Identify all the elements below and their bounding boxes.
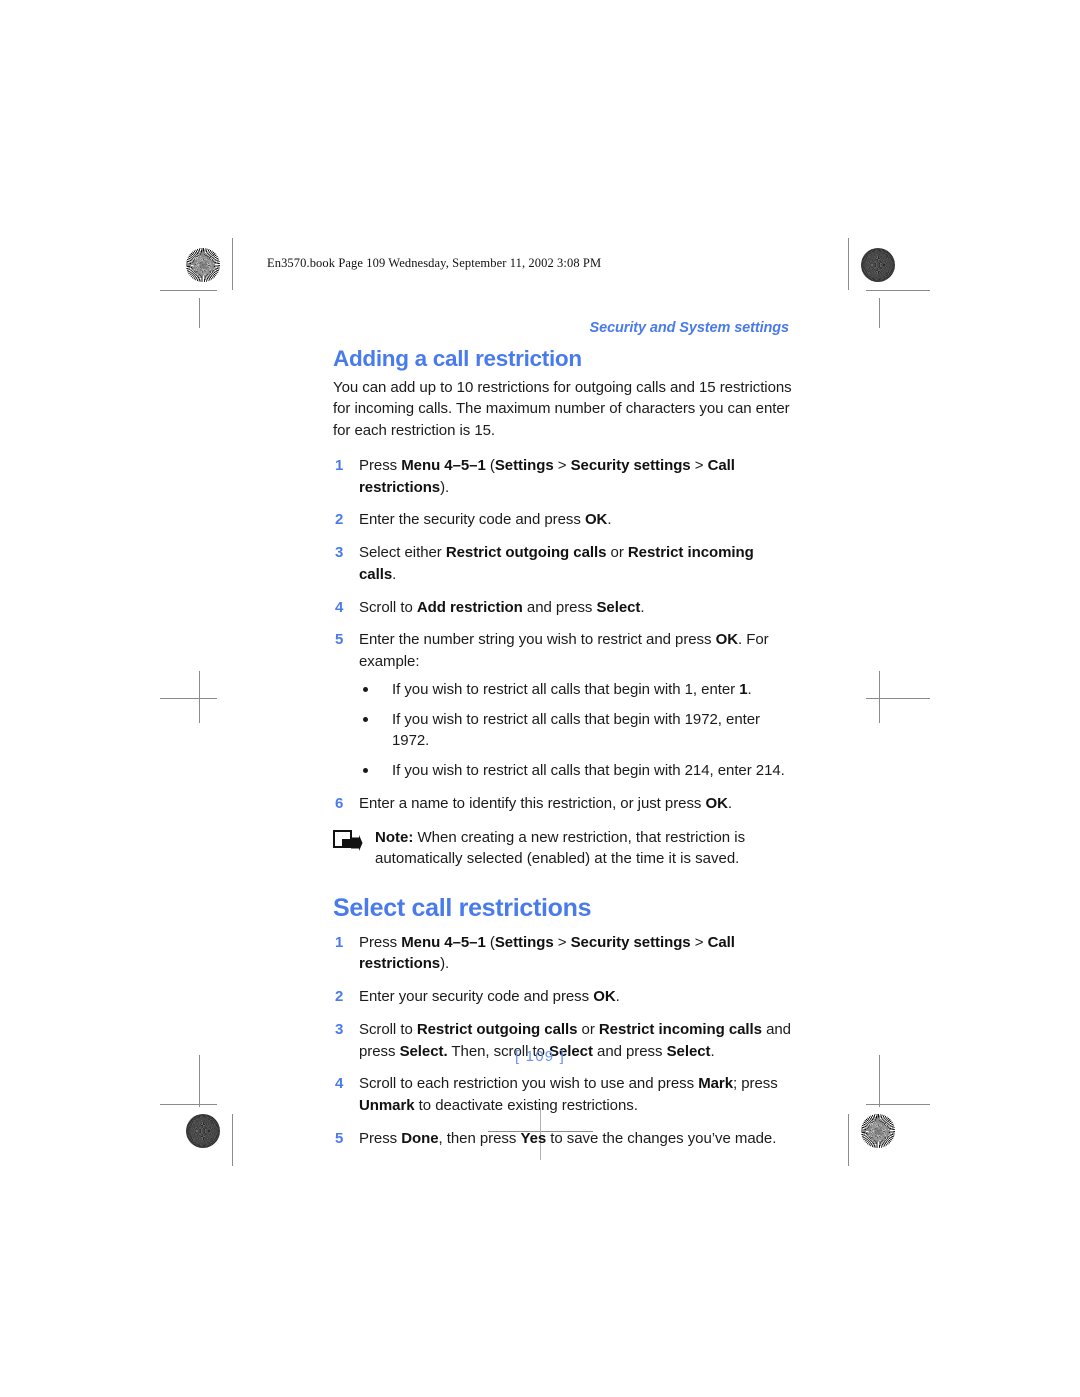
step-text: Press Menu 4–5–1 (Settings > Security se… [359, 933, 735, 973]
step-number: 1 [335, 933, 344, 951]
bullet-text: If you wish to restrict all calls that b… [392, 710, 760, 750]
step-number: 3 [335, 544, 344, 562]
step-item: 3 Select either Restrict outgoing calls … [333, 542, 795, 586]
step-item: 1 Press Menu 4–5–1 (Settings > Security … [333, 455, 795, 499]
step-text: Scroll to each restriction you wish to u… [359, 1075, 778, 1115]
step-item: 2 Enter your security code and press OK. [333, 986, 795, 1008]
step-item: 6 Enter a name to identify this restrict… [333, 793, 795, 815]
file-timestamp: En3570.book Page 109 Wednesday, Septembe… [267, 256, 602, 270]
section-heading-adding-a-call-restriction: Adding a call restriction [333, 346, 582, 371]
step-number: 4 [335, 1075, 344, 1093]
bullet-dot-icon [363, 768, 368, 774]
step-number: 2 [335, 988, 344, 1006]
section-heading-select-call-restrictions: Select call restrictions [333, 894, 592, 923]
step-text: Enter your security code and press OK. [359, 988, 620, 1006]
step-number: 2 [335, 511, 344, 529]
step-text: Select either Restrict outgoing calls or… [359, 544, 754, 583]
step-item: 4 Scroll to Add restriction and press Se… [333, 597, 795, 619]
step-text: Press Menu 4–5–1 (Settings > Security se… [359, 456, 735, 496]
note-body: When creating a new restriction, that re… [375, 828, 746, 868]
manual-page: En3570.book Page 109 Wednesday, Septembe… [0, 0, 1080, 1397]
note-arrow-icon [333, 829, 363, 852]
step-text: Scroll to Add restriction and press Sele… [359, 598, 645, 616]
bullet-text: If you wish to restrict all calls that b… [392, 762, 785, 780]
bullet-dot-icon [363, 716, 368, 722]
example-bullet-list: If you wish to restrict all calls that b… [359, 679, 795, 782]
list-item: If you wish to restrict all calls that b… [359, 709, 795, 753]
step-number: 3 [335, 1020, 344, 1038]
steps-list-select-call-restrictions: 1 Press Menu 4–5–1 (Settings > Security … [333, 932, 795, 1150]
step-text: Enter a name to identify this restrictio… [359, 794, 732, 812]
running-header: Security and System settings [589, 320, 790, 336]
step-text: Press Done, then press Yes to save the c… [359, 1129, 777, 1147]
step-item: 1 Press Menu 4–5–1 (Settings > Security … [333, 932, 795, 976]
section-intro-paragraph: You can add up to 10 restrictions for ou… [333, 378, 792, 440]
step-number: 4 [335, 598, 344, 616]
bullet-dot-icon [363, 686, 368, 692]
list-item: If you wish to restrict all calls that b… [359, 679, 795, 701]
step-number: 6 [335, 794, 344, 812]
list-item: If you wish to restrict all calls that b… [359, 760, 795, 782]
step-text: Enter the security code and press OK. [359, 511, 612, 529]
step-item: 5 Press Done, then press Yes to save the… [333, 1128, 795, 1150]
step-number: 5 [335, 1129, 344, 1147]
steps-list-adding-a-call-restriction: 1 Press Menu 4–5–1 (Settings > Security … [333, 455, 795, 815]
body-column: Adding a call restriction You can add up… [333, 346, 795, 1161]
step-item: 2 Enter the security code and press OK. [333, 509, 795, 531]
note-label: Note: [375, 828, 414, 846]
step-number: 1 [335, 456, 344, 474]
step-number: 5 [335, 631, 344, 649]
step-item: 4 Scroll to each restriction you wish to… [333, 1073, 795, 1117]
step-text: Enter the number string you wish to rest… [359, 631, 769, 671]
bullet-text: If you wish to restrict all calls that b… [392, 680, 752, 698]
note-text: Note: When creating a new restriction, t… [375, 829, 745, 868]
page-folio: [ 109 ] [514, 1048, 566, 1065]
step-item: 5 Enter the number string you wish to re… [333, 629, 795, 782]
note-callout: Note: When creating a new restriction, t… [333, 827, 795, 871]
